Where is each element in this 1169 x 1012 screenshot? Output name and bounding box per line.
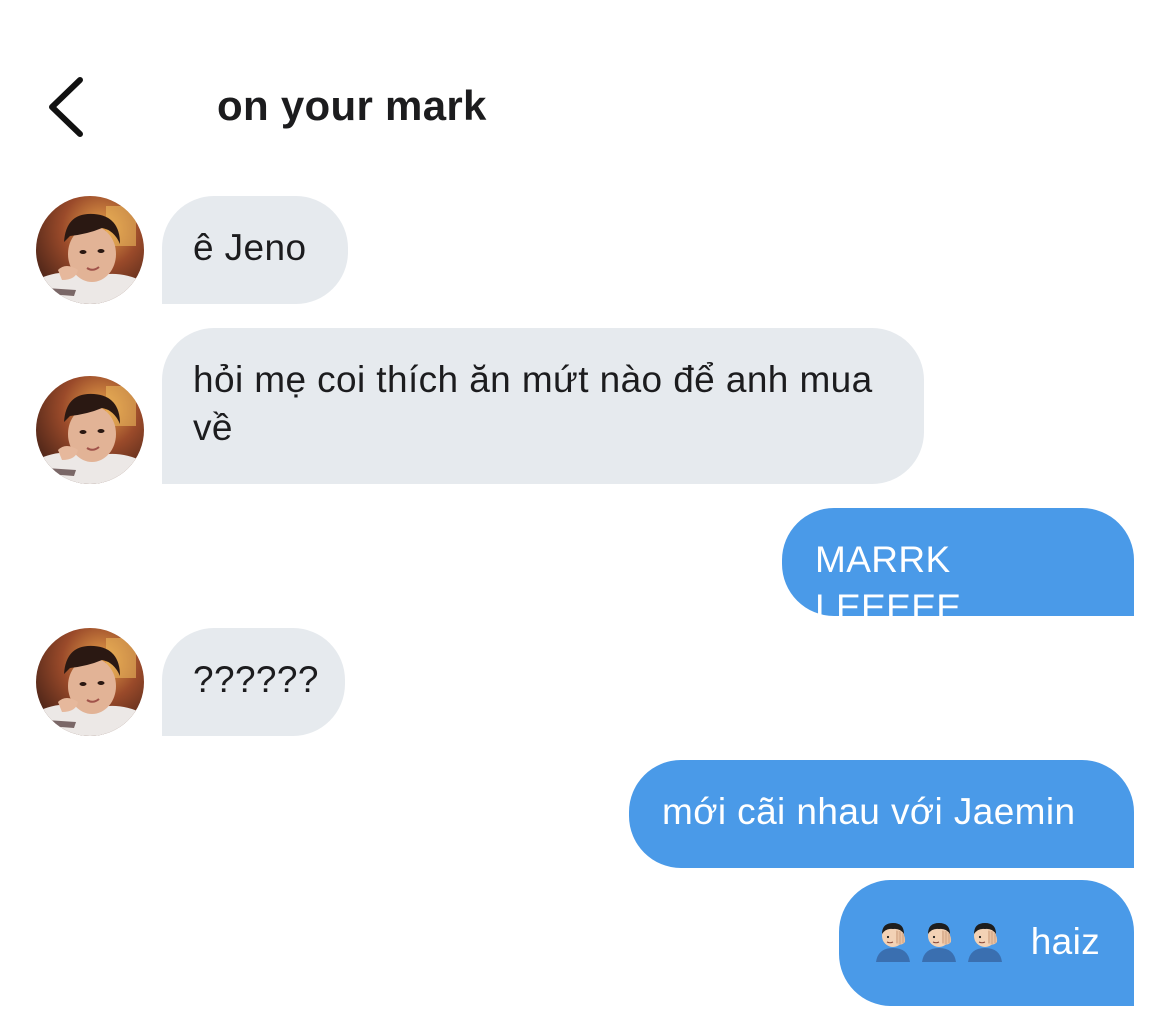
facepalm-icon: [872, 918, 914, 962]
chat-title: on your mark: [217, 82, 487, 129]
message-row-outgoing: MARRK LEEEEE: [0, 508, 1169, 628]
message-text: mới cãi nhau với Jaemin: [662, 791, 1076, 832]
message-text: ??????: [193, 659, 319, 700]
message-text: ê Jeno: [193, 227, 307, 268]
message-bubble-incoming[interactable]: ê Jeno: [162, 196, 348, 304]
message-bubble-outgoing[interactable]: MARRK LEEEEE: [782, 508, 1134, 628]
chevron-left-icon: [49, 77, 83, 137]
facepalm-icon: [964, 918, 1006, 962]
avatar[interactable]: [36, 628, 144, 736]
message-row-incoming: ??????: [0, 628, 1169, 736]
message-text: MARRK LEEEEE: [815, 539, 962, 628]
avatar-photo: [36, 628, 144, 736]
avatar[interactable]: [36, 196, 144, 304]
chat-header: on your mark: [0, 0, 1169, 170]
message-bubble-incoming[interactable]: hỏi mẹ coi thích ăn mứt nào để anh mua v…: [162, 328, 924, 484]
avatar-photo: [36, 376, 144, 484]
message-bubble-outgoing[interactable]: mới cãi nhau với Jaemin: [629, 760, 1134, 868]
message-row-incoming: hỏi mẹ coi thích ăn mứt nào để anh mua v…: [0, 328, 1169, 484]
message-bubble-outgoing[interactable]: haiz: [839, 880, 1134, 1006]
facepalm-icon: [918, 918, 960, 962]
message-bubble-incoming[interactable]: ??????: [162, 628, 345, 736]
avatar[interactable]: [36, 376, 144, 484]
message-text: haiz: [1030, 921, 1101, 962]
message-row-incoming: ê Jeno: [0, 196, 1169, 304]
message-text: hỏi mẹ coi thích ăn mứt nào để anh mua v…: [193, 359, 873, 448]
message-row-outgoing: haiz: [0, 880, 1169, 1006]
message-row-outgoing: mới cãi nhau với Jaemin: [0, 760, 1169, 868]
avatar-photo: [36, 196, 144, 304]
back-button[interactable]: [40, 70, 100, 142]
